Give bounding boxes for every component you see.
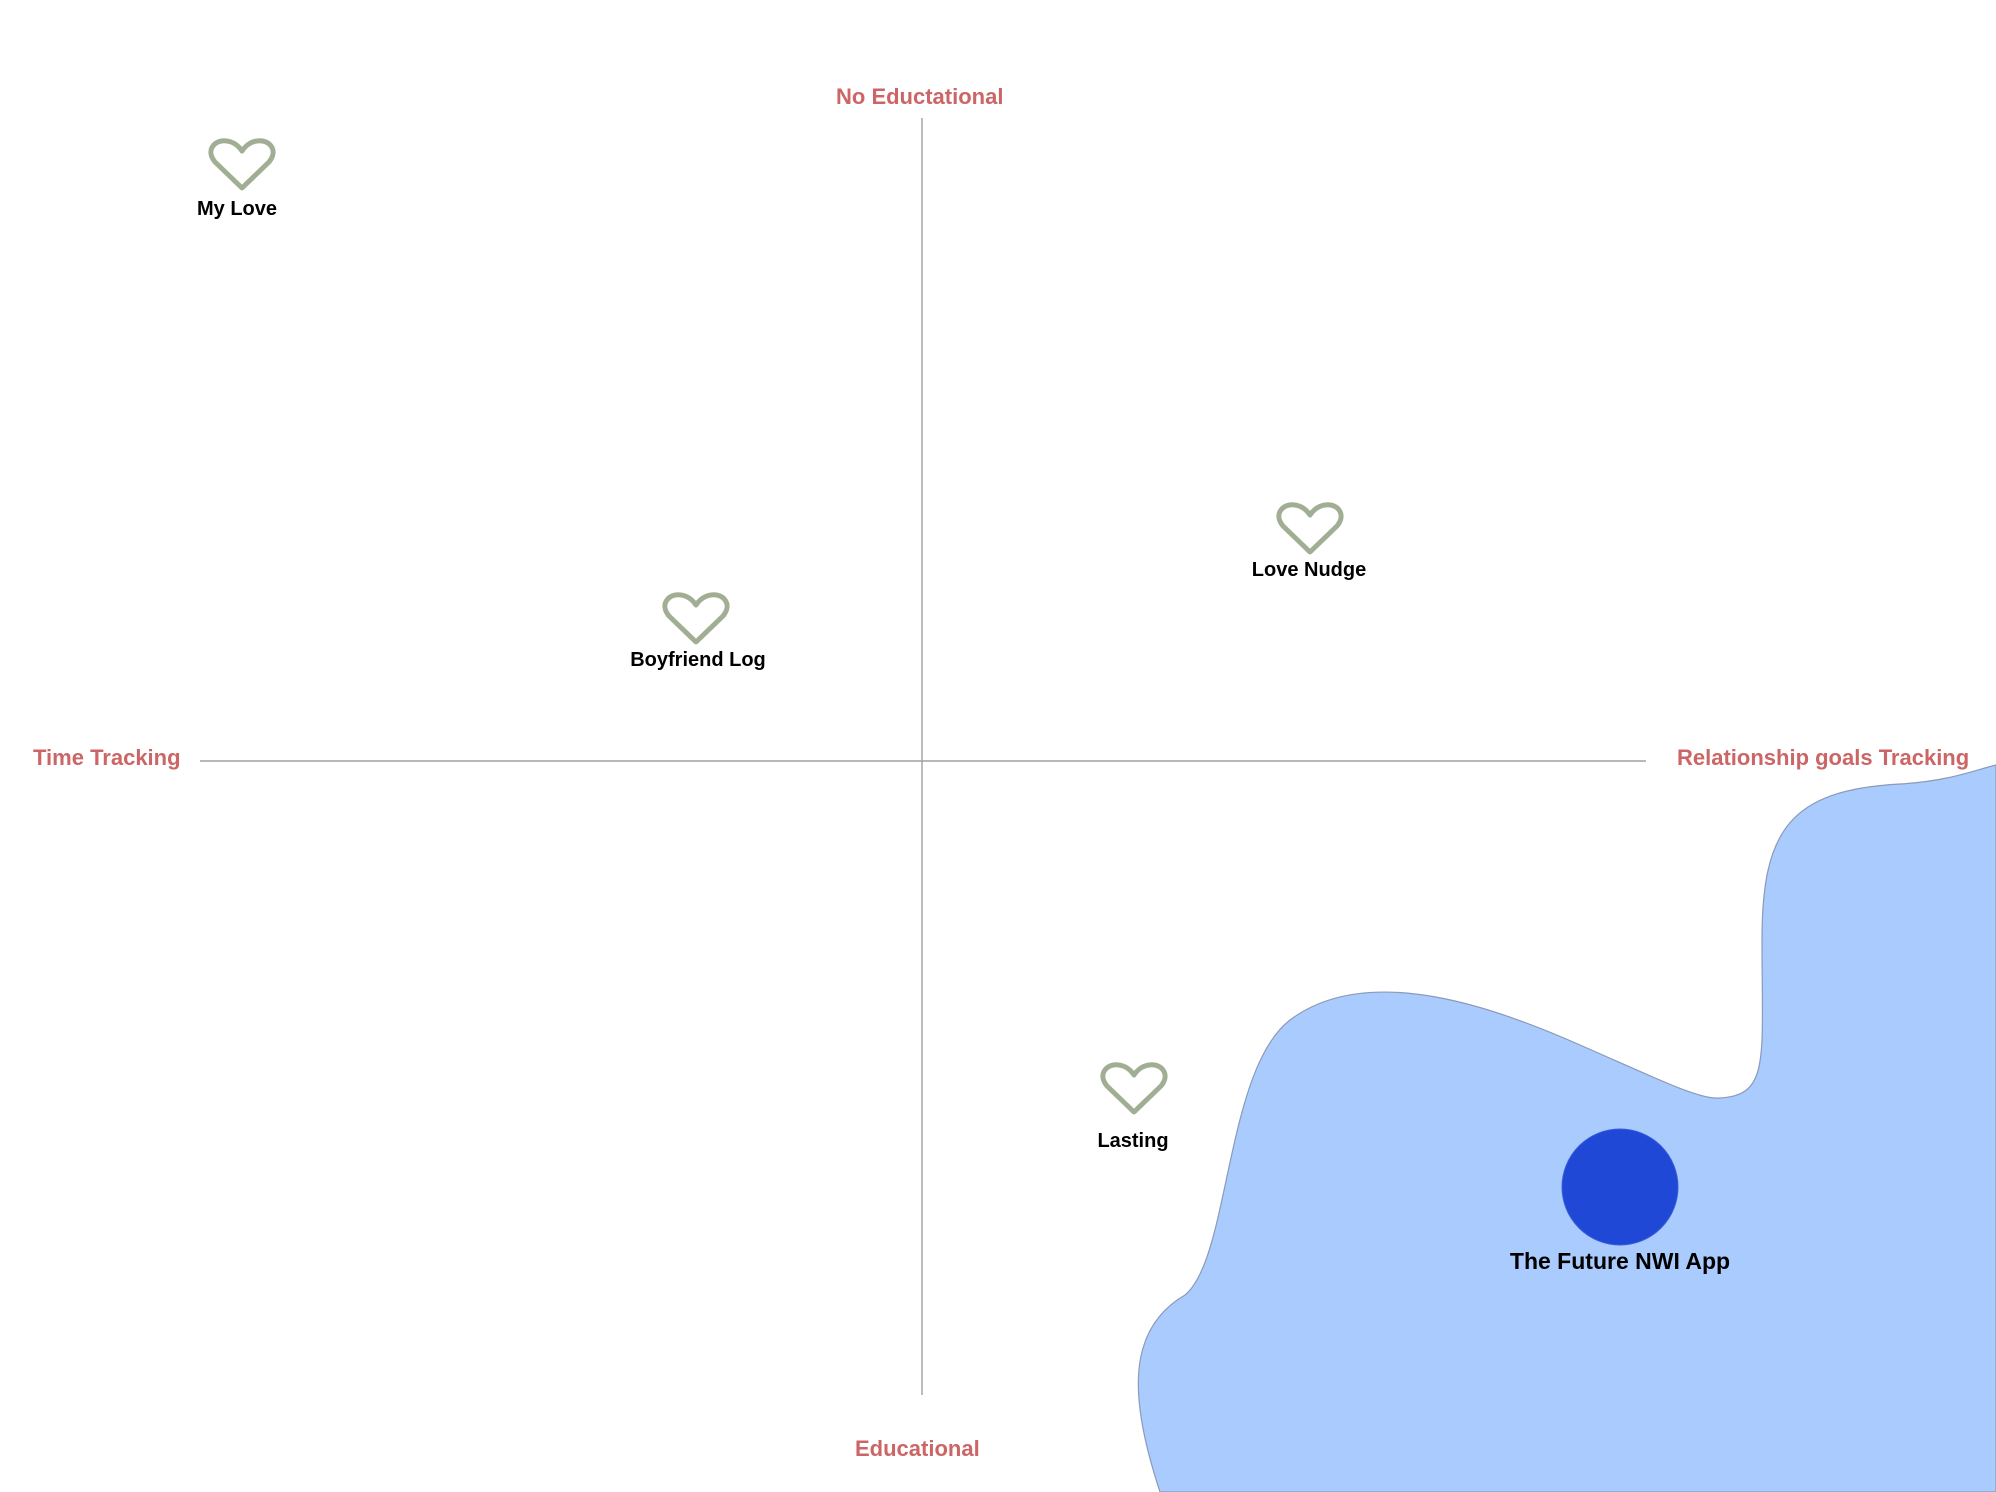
opportunity-region (1137, 764, 1996, 1492)
filled-circle-icon (1561, 1128, 1679, 1246)
item-label: Boyfriend Log (630, 649, 766, 671)
heart-outline-icon (1100, 1062, 1168, 1115)
axis-label-left: Time Tracking (33, 745, 181, 770)
axis-label-bottom: Educational (855, 1436, 980, 1461)
item-label: Lasting (1097, 1130, 1169, 1152)
heart-outline-icon (208, 138, 276, 191)
item-label: My Love (196, 198, 278, 220)
heart-outline-icon (662, 592, 730, 645)
item-label: Love Nudge (1251, 559, 1367, 581)
axis-label-top: No Eductational (836, 84, 1004, 109)
axis-label-right: Relationship goals Tracking (1677, 745, 1970, 770)
heart-outline-icon (1276, 502, 1344, 555)
target-label: The Future NWI App (1509, 1248, 1731, 1274)
